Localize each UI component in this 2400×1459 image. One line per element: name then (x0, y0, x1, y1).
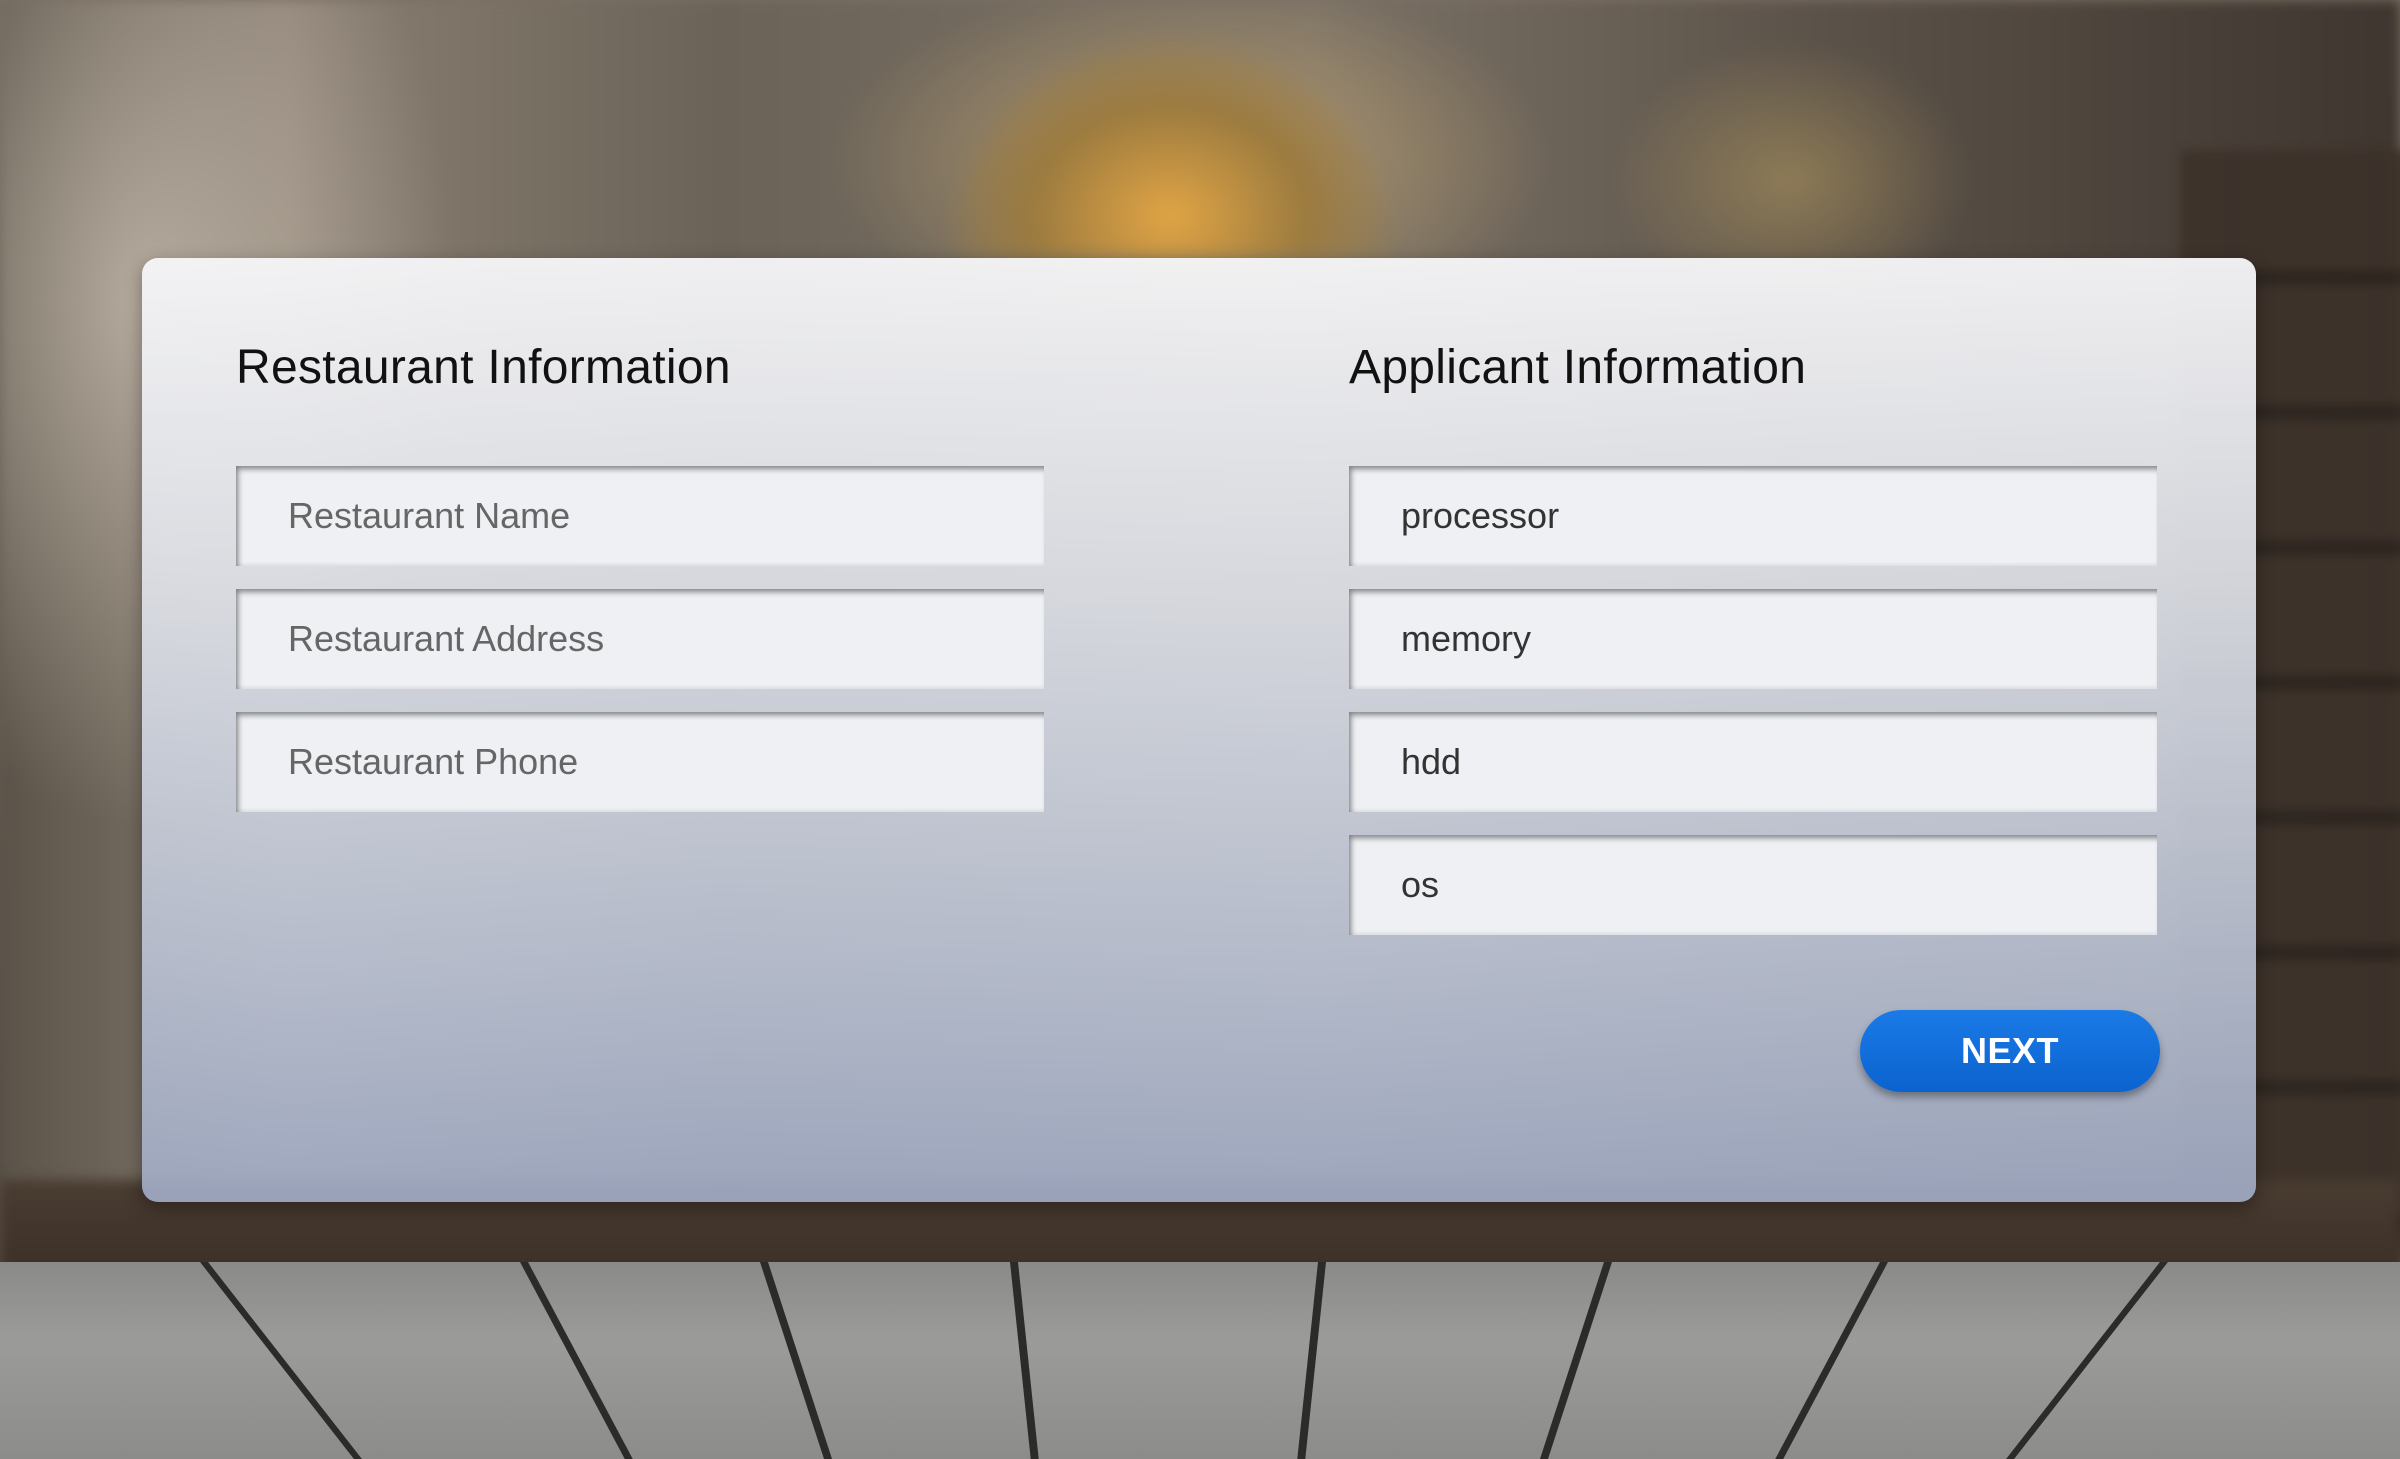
next-button[interactable]: NEXT (1860, 1010, 2160, 1092)
restaurant-section-title: Restaurant Information (236, 341, 731, 394)
table-plank-gap (1763, 1262, 1888, 1459)
restaurant-name-input[interactable] (236, 466, 1044, 566)
restaurant-phone-input[interactable] (236, 712, 1044, 812)
table-plank-gap (1532, 1262, 1612, 1459)
table-plank-gap (760, 1262, 840, 1459)
form-panel: Restaurant Information Applicant Informa… (142, 258, 2256, 1202)
table-plank-gap (1010, 1262, 1042, 1459)
restaurant-address-input[interactable] (236, 589, 1044, 689)
memory-input[interactable] (1349, 589, 2157, 689)
applicant-section-title: Applicant Information (1349, 341, 1807, 394)
os-input[interactable] (1349, 835, 2157, 935)
wooden-table (0, 1262, 2400, 1459)
table-plank-gap (1988, 1262, 2168, 1459)
table-plank-gap (200, 1262, 380, 1459)
table-plank-gap (520, 1262, 645, 1459)
processor-input[interactable] (1349, 466, 2157, 566)
app-window: Restaurant Information Applicant Informa… (0, 0, 2400, 1459)
hdd-input[interactable] (1349, 712, 2157, 812)
table-plank-gap (1294, 1262, 1326, 1459)
